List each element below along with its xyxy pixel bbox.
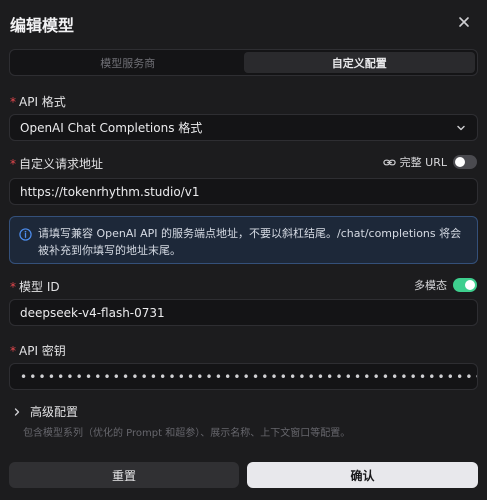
tab-model-provider[interactable]: 模型服务商	[12, 52, 244, 73]
required-mark: *	[10, 279, 16, 294]
model-id-label-text: 模型 ID	[19, 280, 60, 294]
confirm-button[interactable]: 确认	[247, 462, 478, 488]
chevron-right-icon	[14, 407, 20, 416]
full-url-label: 完整 URL	[399, 156, 447, 169]
api-format-label-text: API 格式	[19, 95, 66, 109]
toggle-knob	[455, 157, 465, 167]
api-key-masked-value: ••••••••••••••••••••••••••••••••••••••••…	[20, 369, 477, 384]
toggle-knob	[465, 280, 475, 290]
required-mark: *	[10, 94, 16, 109]
request-url-value: https://tokenrhythm.studio/v1	[20, 184, 200, 199]
advanced-config-description: 包含模型系列（优化的 Prompt 和超参）、展示名称、上下文窗口等配置。	[23, 428, 351, 439]
api-format-select[interactable]: OpenAI Chat Completions 格式	[9, 114, 478, 141]
info-icon	[19, 228, 32, 241]
api-key-label-text: API 密钥	[19, 344, 66, 358]
link-icon	[382, 159, 396, 165]
info-notice: 请填写兼容 OpenAI API 的服务端点地址，不要以斜杠结尾。/chat/c…	[9, 216, 478, 264]
request-url-input[interactable]: https://tokenrhythm.studio/v1	[9, 178, 478, 205]
tab-custom-config[interactable]: 自定义配置	[243, 52, 475, 73]
full-url-control: 完整 URL	[382, 154, 477, 170]
edit-model-dialog: 编辑模型 模型服务商 自定义配置 * API 格式 OpenAI Chat Co…	[0, 0, 487, 500]
required-mark: *	[10, 156, 16, 171]
reset-button[interactable]: 重置	[9, 462, 239, 488]
close-icon[interactable]	[455, 13, 473, 31]
chevron-down-icon	[457, 125, 465, 130]
multimodal-control: 多模态	[414, 277, 477, 293]
dialog-title: 编辑模型	[10, 16, 75, 35]
info-text: 请填写兼容 OpenAI API 的服务端点地址，不要以斜杠结尾。/chat/c…	[38, 227, 462, 257]
model-id-input[interactable]: deepseek-v4-flash-0731	[9, 299, 478, 326]
model-id-label: * 模型 ID	[10, 278, 60, 295]
request-url-label: * 自定义请求地址	[10, 155, 103, 172]
api-key-input[interactable]: ••••••••••••••••••••••••••••••••••••••••…	[9, 363, 478, 390]
advanced-config-toggle[interactable]: 高级配置	[12, 403, 78, 420]
api-format-label: * API 格式	[10, 93, 66, 110]
model-id-value: deepseek-v4-flash-0731	[20, 305, 165, 320]
api-key-label: * API 密钥	[10, 342, 66, 359]
full-url-toggle[interactable]	[453, 155, 477, 169]
request-url-label-text: 自定义请求地址	[19, 157, 104, 171]
api-format-value: OpenAI Chat Completions 格式	[20, 121, 203, 135]
tab-bar: 模型服务商 自定义配置	[9, 49, 478, 76]
multimodal-toggle[interactable]	[453, 278, 477, 292]
required-mark: *	[10, 343, 16, 358]
multimodal-label: 多模态	[414, 279, 447, 292]
advanced-config-label: 高级配置	[30, 405, 79, 419]
